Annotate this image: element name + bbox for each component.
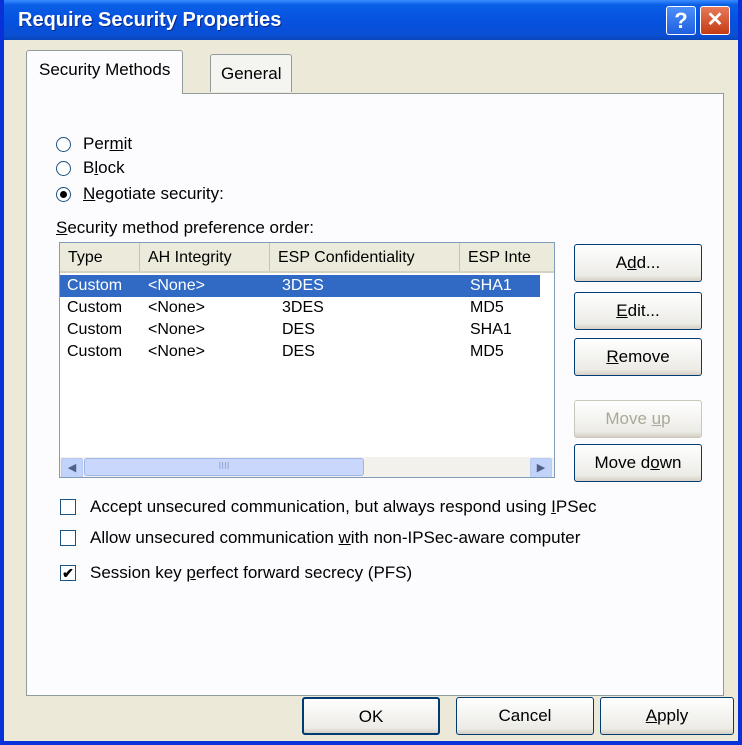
ok-button[interactable]: OK — [302, 697, 440, 735]
checkbox-icon[interactable] — [60, 530, 76, 546]
checkbox-pfs[interactable]: ✔ Session key perfect forward secrecy (P… — [60, 563, 412, 583]
cell-esp-confidentiality: 3DES — [282, 277, 324, 294]
cell-ah-integrity: <None> — [148, 277, 205, 294]
checkbox-accept-unsecured[interactable]: Accept unsecured communication, but alwa… — [60, 497, 597, 517]
cell-esp-integrity: MD5 — [470, 299, 504, 316]
cancel-button[interactable]: Cancel — [456, 697, 594, 735]
tab-security-methods[interactable]: Security Methods — [26, 50, 184, 94]
cell-esp-confidentiality: 3DES — [282, 299, 324, 316]
close-icon[interactable]: ✕ — [700, 6, 730, 35]
radio-block-label: Block — [83, 158, 125, 177]
cell-ah-integrity: <None> — [148, 299, 205, 316]
scroll-thumb[interactable]: IIII — [84, 458, 364, 476]
checkbox-icon[interactable] — [60, 499, 76, 515]
add-button[interactable]: Add... — [574, 244, 702, 282]
cell-esp-integrity: SHA1 — [470, 321, 512, 338]
table-row[interactable]: Custom <None> DES SHA1 — [60, 319, 540, 341]
horizontal-scrollbar[interactable]: ◀ IIII ▶ — [60, 457, 554, 477]
table-row[interactable]: Custom <None> 3DES MD5 — [60, 297, 540, 319]
list-header: Type AH Integrity ESP Confidentiality ES… — [60, 243, 554, 273]
column-header-type[interactable]: Type — [60, 243, 140, 271]
title-bar[interactable]: Require Security Properties ? ✕ — [4, 0, 738, 40]
scroll-left-icon[interactable]: ◀ — [61, 458, 83, 477]
radio-button-icon[interactable] — [56, 136, 71, 152]
cell-type: Custom — [67, 299, 123, 316]
checkbox-pfs-label: Session key perfect forward secrecy (PFS… — [90, 563, 413, 582]
table-row[interactable]: Custom <None> DES MD5 — [60, 341, 540, 363]
radio-permit[interactable]: Permit — [56, 134, 132, 154]
radio-negotiate[interactable]: Negotiate security: — [56, 184, 224, 204]
radio-block[interactable]: Block — [56, 158, 125, 178]
radio-button-icon[interactable] — [56, 160, 71, 176]
column-header-esp-integrity[interactable]: ESP Inte — [460, 243, 554, 271]
move-down-button[interactable]: Move down — [574, 444, 702, 482]
cell-esp-integrity: SHA1 — [470, 277, 512, 294]
checkbox-allow-unsecured[interactable]: Allow unsecured communication with non-I… — [60, 528, 580, 548]
tab-general[interactable]: General — [210, 54, 293, 92]
scroll-right-icon[interactable]: ▶ — [530, 458, 552, 477]
preference-order-label: Security method preference order: — [56, 218, 314, 237]
move-up-button[interactable]: Move up — [574, 400, 702, 438]
remove-button[interactable]: Remove — [574, 338, 702, 376]
radio-selected-icon[interactable] — [56, 186, 71, 202]
cell-esp-integrity: MD5 — [470, 343, 504, 360]
cell-type: Custom — [67, 277, 123, 294]
radio-negotiate-label: Negotiate security: — [83, 184, 224, 203]
apply-button[interactable]: Apply — [600, 697, 734, 735]
table-row[interactable]: Custom <None> 3DES SHA1 — [60, 275, 540, 297]
cell-esp-confidentiality: DES — [282, 321, 315, 338]
cell-type: Custom — [67, 321, 123, 338]
security-methods-list[interactable]: Type AH Integrity ESP Confidentiality ES… — [59, 242, 555, 478]
help-icon[interactable]: ? — [666, 6, 696, 35]
checkbox-allow-unsecured-label: Allow unsecured communication with non-I… — [90, 528, 581, 547]
cell-esp-confidentiality: DES — [282, 343, 315, 360]
cell-ah-integrity: <None> — [148, 343, 205, 360]
checkbox-accept-unsecured-label: Accept unsecured communication, but alwa… — [90, 497, 597, 516]
column-header-ah-integrity[interactable]: AH Integrity — [140, 243, 270, 271]
cell-ah-integrity: <None> — [148, 321, 205, 338]
cell-type: Custom — [67, 343, 123, 360]
radio-permit-label: Permit — [83, 134, 133, 153]
edit-button[interactable]: Edit... — [574, 292, 702, 330]
column-header-esp-confidentiality[interactable]: ESP Confidentiality — [270, 243, 460, 271]
window-title: Require Security Properties — [18, 9, 282, 31]
checkmark-icon[interactable]: ✔ — [60, 565, 76, 581]
dialog-window: Require Security Properties ? ✕ Security… — [0, 0, 742, 745]
